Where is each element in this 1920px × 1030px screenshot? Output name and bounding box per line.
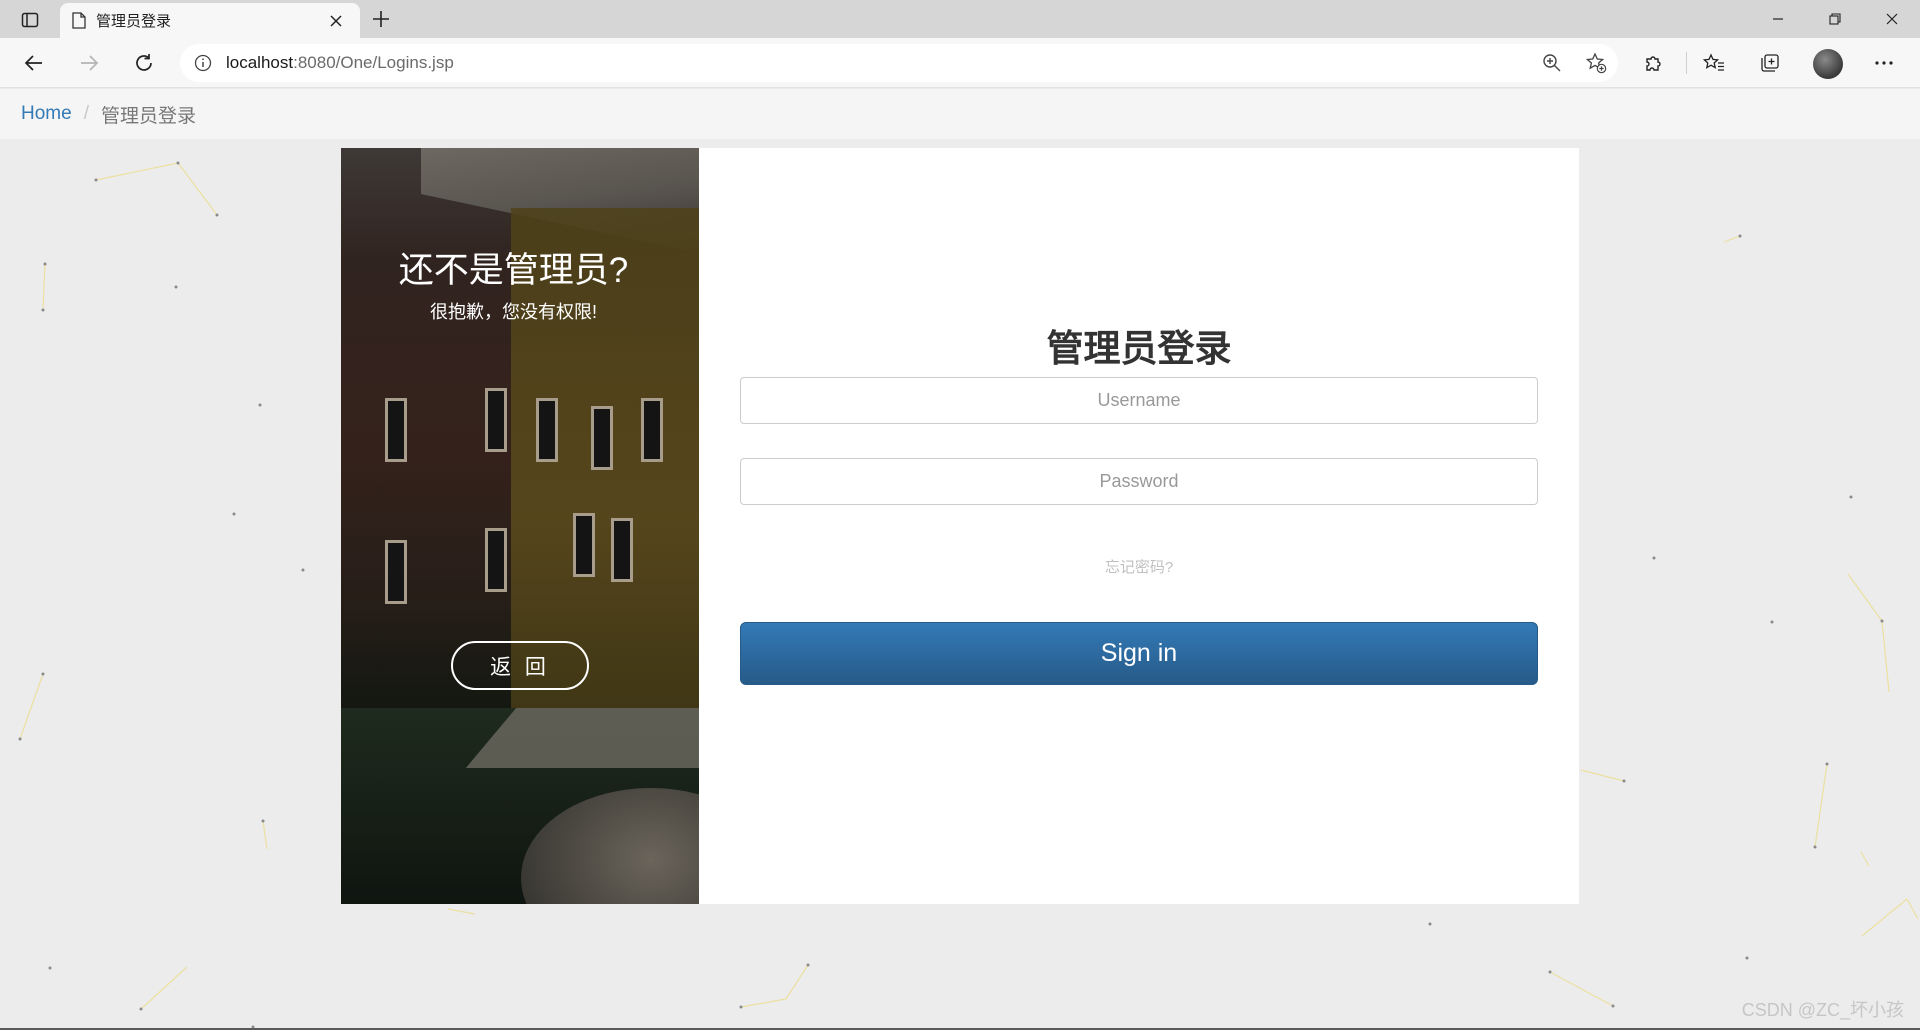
- info-icon: [194, 54, 212, 72]
- collections-icon: [1761, 54, 1779, 72]
- zoom-button[interactable]: [1530, 44, 1574, 82]
- side-subheading: 很抱歉，您没有权限!: [429, 302, 597, 322]
- window-controls: [1749, 0, 1920, 38]
- watermark: CSDN @ZC_坏小孩: [1741, 1000, 1904, 1020]
- reload-icon: [136, 54, 152, 71]
- restore-button[interactable]: [1806, 0, 1863, 38]
- background-window: [485, 388, 507, 452]
- side-panel: 还不是管理员? 很抱歉，您没有权限! 返 回: [341, 148, 699, 904]
- add-favorite-button[interactable]: [1574, 44, 1618, 82]
- star-add-icon: [1585, 52, 1607, 74]
- settings-menu-button[interactable]: [1868, 47, 1900, 79]
- back-button[interactable]: 返 回: [451, 641, 589, 690]
- url-path: :8080/One/Logins.jsp: [293, 53, 454, 72]
- login-title: 管理员登录: [1046, 328, 1232, 369]
- browser-tabstrip: 管理员登录: [0, 0, 1920, 38]
- minimize-button[interactable]: [1749, 0, 1806, 38]
- arrow-left-icon: [24, 55, 42, 71]
- browser-tab-active[interactable]: 管理员登录: [60, 3, 360, 38]
- puzzle-icon: [1646, 56, 1661, 71]
- background-window: [385, 540, 407, 604]
- window-close-button[interactable]: [1863, 0, 1920, 38]
- side-heading: 还不是管理员?: [398, 251, 629, 290]
- password-input[interactable]: [740, 458, 1538, 505]
- page-icon: [72, 12, 86, 29]
- profile-avatar[interactable]: [1813, 49, 1843, 79]
- zoom-icon: [1543, 54, 1561, 72]
- arrow-right-icon: [81, 55, 99, 71]
- site-info-icon[interactable]: [180, 44, 226, 82]
- favorites-button[interactable]: [1698, 47, 1730, 79]
- collections-button[interactable]: [1754, 47, 1786, 79]
- address-bar[interactable]: localhost:8080/One/Logins.jsp: [180, 44, 1618, 82]
- more-icon: [1875, 61, 1893, 65]
- background-window: [641, 398, 663, 462]
- tab-actions-icon: [21, 12, 39, 28]
- back-nav-button[interactable]: [18, 47, 50, 79]
- tab-close-button[interactable]: [324, 9, 348, 33]
- toolbar-divider: [1686, 52, 1687, 74]
- breadcrumb-home-link[interactable]: Home: [21, 103, 72, 125]
- restore-icon: [1828, 13, 1841, 25]
- background-window: [591, 406, 613, 470]
- close-icon: [330, 14, 342, 27]
- reload-button[interactable]: [128, 47, 160, 79]
- tab-actions-button[interactable]: [12, 6, 48, 34]
- background-window: [573, 513, 595, 577]
- background-window: [611, 518, 633, 582]
- new-tab-button[interactable]: [367, 5, 395, 33]
- background-window: [485, 528, 507, 592]
- plus-icon: [373, 11, 389, 27]
- favorites-icon: [1703, 53, 1724, 71]
- login-card: 还不是管理员? 很抱歉，您没有权限! 返 回 管理员登录 忘记密码? Sign …: [341, 148, 1579, 904]
- minimize-icon: [1772, 18, 1783, 20]
- extensions-button[interactable]: [1638, 47, 1670, 79]
- close-icon: [1886, 13, 1897, 25]
- breadcrumb-separator: /: [83, 103, 89, 124]
- url-host: localhost: [226, 53, 294, 72]
- url-text[interactable]: localhost:8080/One/Logins.jsp: [226, 53, 1530, 73]
- breadcrumb-current: 管理员登录: [100, 105, 196, 127]
- browser-toolbar: localhost:8080/One/Logins.jsp: [0, 38, 1920, 88]
- username-input[interactable]: [740, 377, 1538, 424]
- page-content: Home / 管理员登录 还不是管理员? 很抱歉，您没有权限! 返 回 管理员登…: [0, 89, 1920, 1030]
- breadcrumb: Home / 管理员登录: [0, 89, 1920, 139]
- background-window: [536, 398, 558, 462]
- sign-in-button[interactable]: Sign in: [740, 622, 1538, 685]
- forgot-password-link[interactable]: 忘记密码?: [739, 556, 1539, 577]
- background-window: [385, 398, 407, 462]
- forward-nav-button[interactable]: [73, 47, 105, 79]
- tab-title: 管理员登录: [96, 13, 172, 30]
